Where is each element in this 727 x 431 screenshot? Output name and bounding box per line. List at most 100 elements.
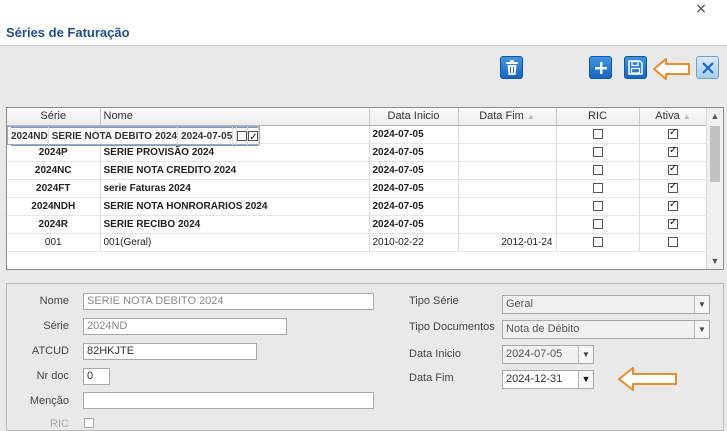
serie-label: Série [43, 320, 69, 332]
ativa-checkbox[interactable] [668, 181, 678, 194]
cell-data-inicio: 2024-07-05 [369, 143, 459, 162]
table-row[interactable]: 2024FT serie Faturas 2024 2024-07-05 [7, 179, 708, 198]
atcud-field[interactable]: 82HKJTE [83, 343, 257, 360]
cell-serie: 2024R [7, 215, 101, 234]
scroll-thumb[interactable] [710, 126, 720, 182]
cell-serie: 2024FT [7, 179, 101, 198]
ric-checkbox[interactable] [237, 130, 247, 141]
delete-button[interactable] [500, 56, 523, 79]
cell-data-inicio: 2024-07-05 [177, 126, 234, 146]
data-fim-picker[interactable]: 2024-12-31 ▼ [502, 370, 594, 389]
column-header-nome[interactable]: Nome [100, 108, 370, 126]
table-row[interactable]: 2024R SERIE RECIBO 2024 2024-07-05 [7, 215, 708, 234]
chevron-down-icon[interactable]: ▼ [694, 296, 709, 313]
series-detail-form: Nome SERIE NOTA DEBITO 2024 Série 2024ND… [6, 283, 724, 431]
scroll-up-icon[interactable]: ▲ [707, 108, 723, 124]
cell-data-fim: 2012-01-24 [458, 233, 557, 252]
ativa-checkbox[interactable] [668, 199, 678, 212]
serie-field[interactable]: 2024ND [83, 318, 287, 335]
cell-ativa [639, 215, 708, 234]
cell-nome: SERIE NOTA HONRORARIOS 2024 [100, 197, 370, 216]
scroll-down-icon[interactable]: ▼ [707, 253, 723, 269]
cell-ric [556, 143, 640, 162]
cell-ativa [639, 179, 708, 198]
table-row[interactable]: 2024P SERIE PROVISÃO 2024 2024-07-05 [7, 143, 708, 162]
plus-icon [594, 61, 607, 74]
cell-data-fim [458, 143, 557, 162]
nome-field[interactable]: SERIE NOTA DEBITO 2024 [83, 293, 374, 310]
save-button[interactable] [624, 56, 647, 79]
tipo-serie-select[interactable]: Geral ▼ [502, 295, 710, 314]
cell-data-fim [458, 161, 557, 180]
cell-ativa [247, 126, 260, 146]
cell-ativa [639, 197, 708, 216]
ric-checkbox[interactable] [592, 165, 603, 176]
cell-ric [556, 125, 640, 144]
tipo-documentos-label: Tipo Documentos [409, 321, 495, 333]
annotation-arrow-left-icon [618, 367, 677, 391]
cell-data-fim [458, 179, 557, 198]
nr-doc-label: Nr doc [36, 370, 69, 382]
chevron-down-icon[interactable]: ▼ [578, 371, 593, 388]
nr-doc-field[interactable]: 0 [83, 368, 110, 385]
grid-header-row: Série Nome Data Inicio Data Fim ▲ RIC At… [7, 108, 708, 126]
cell-nome: serie Faturas 2024 [100, 179, 370, 198]
close-button[interactable] [696, 56, 719, 79]
ric-checkbox[interactable] [592, 219, 603, 230]
window-close-button[interactable]: × [695, 1, 707, 17]
tipo-documentos-value: Nota de Débito [506, 323, 580, 335]
column-header-data-inicio[interactable]: Data Inicio [369, 108, 459, 126]
tipo-documentos-select[interactable]: Nota de Débito ▼ [502, 320, 710, 339]
cell-ric [236, 126, 249, 146]
tipo-serie-value: Geral [506, 298, 533, 310]
cell-data-inicio: 2024-07-05 [369, 215, 459, 234]
ric-checkbox[interactable] [592, 129, 603, 140]
column-header-ativa-label: Ativa [655, 110, 680, 123]
cell-ativa [639, 125, 708, 144]
ric-label: RIC [50, 418, 69, 430]
table-row[interactable]: 2024ND SERIE NOTA DEBITO 2024 2024-07-05 [7, 125, 261, 146]
table-row[interactable]: 2024NC SERIE NOTA CREDITO 2024 2024-07-05 [7, 161, 708, 180]
ric-checkbox[interactable] [592, 201, 603, 212]
cell-ric [556, 197, 640, 216]
page-title: Séries de Faturação [6, 25, 130, 40]
ric-checkbox[interactable] [84, 418, 94, 428]
chevron-down-icon[interactable]: ▼ [694, 321, 709, 338]
ric-checkbox[interactable] [592, 237, 603, 248]
chevron-down-icon[interactable]: ▼ [578, 346, 593, 363]
data-fim-label: Data Fim [409, 372, 454, 384]
cell-serie: 001 [7, 233, 101, 252]
ativa-checkbox[interactable] [668, 163, 678, 176]
mencao-field[interactable] [83, 392, 374, 409]
form-header: Séries de Faturação [0, 20, 727, 46]
annotation-arrow-left-icon [653, 58, 690, 80]
ativa-checkbox[interactable] [668, 237, 678, 248]
ativa-checkbox[interactable] [668, 145, 678, 158]
cell-data-inicio: 2024-07-05 [369, 197, 459, 216]
vertical-scrollbar[interactable]: ▲ ▼ [706, 108, 723, 269]
column-header-serie[interactable]: Série [7, 108, 101, 126]
cell-data-inicio: 2024-07-05 [369, 179, 459, 198]
add-button[interactable] [589, 56, 612, 79]
ric-checkbox[interactable] [592, 147, 603, 158]
sort-arrow-icon: ▲ [526, 112, 535, 122]
column-header-data-fim[interactable]: Data Fim ▲ [458, 108, 557, 126]
series-grid[interactable]: Série Nome Data Inicio Data Fim ▲ RIC At… [6, 107, 724, 270]
column-header-data-fim-label: Data Fim [479, 110, 524, 123]
cell-nome: SERIE NOTA CREDITO 2024 [100, 161, 370, 180]
data-inicio-label: Data Inicio [409, 348, 461, 360]
table-row[interactable]: 2024NDH SERIE NOTA HONRORARIOS 2024 2024-0… [7, 197, 708, 216]
data-inicio-value: 2024-07-05 [506, 348, 563, 360]
ativa-checkbox[interactable] [668, 217, 678, 230]
toolbar [0, 46, 727, 96]
ativa-checkbox[interactable] [248, 129, 258, 144]
column-header-ric[interactable]: RIC [556, 108, 640, 126]
atcud-label: ATCUD [31, 345, 69, 357]
column-header-ativa[interactable]: Ativa ▲ [639, 108, 708, 126]
window-titlebar: × [0, 0, 727, 20]
table-row[interactable]: 001 001(Geral) 2010-02-22 2012-01-24 [7, 233, 708, 252]
ric-checkbox[interactable] [592, 183, 603, 194]
cell-ativa [639, 161, 708, 180]
data-inicio-picker[interactable]: 2024-07-05 ▼ [502, 345, 594, 364]
ativa-checkbox[interactable] [668, 127, 678, 140]
